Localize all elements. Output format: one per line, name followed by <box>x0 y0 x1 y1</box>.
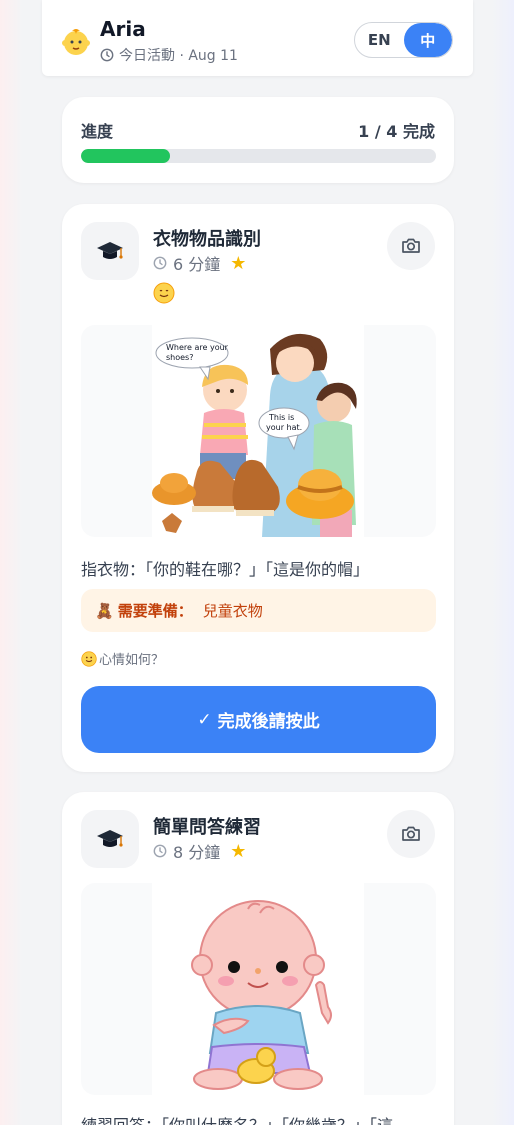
language-toggle: EN 中 <box>354 22 453 58</box>
smiley-face-icon <box>153 282 175 304</box>
progress-bar-fill <box>81 149 170 163</box>
complete-button[interactable]: ✓ 完成後請按此 <box>81 686 436 753</box>
prep-label: 需要準備： <box>117 602 193 620</box>
checkmark-icon: ✓ <box>197 709 212 730</box>
progress-bar <box>81 149 436 163</box>
activity-duration: 6 分鐘 <box>173 255 221 274</box>
baby-image <box>152 883 364 1095</box>
lang-zh-button[interactable]: 中 <box>403 23 452 57</box>
activity-meta: 6 分鐘 ★ <box>153 251 246 275</box>
camera-button[interactable] <box>387 222 435 270</box>
preparation-box: 🧸 需要準備： 兒童衣物 <box>81 589 436 632</box>
lang-en-button[interactable]: EN <box>355 23 404 57</box>
progress-card: 進度 1 / 4 完成 <box>62 97 454 183</box>
complete-button-label: 完成後請按此 <box>217 712 320 732</box>
camera-button[interactable] <box>387 810 435 858</box>
child-name: Aria <box>100 17 146 41</box>
clock-icon <box>100 48 114 62</box>
activity-duration: 8 分鐘 <box>173 843 221 862</box>
teddy-bear-icon: 🧸 <box>95 601 114 620</box>
header-subtitle-row: 今日活動 · Aug 11 <box>100 45 238 65</box>
activity-instruction: 練習回答：「你叫什麼名？」「你幾歲？」「這 <box>81 1112 393 1125</box>
graduation-cap-icon <box>97 830 123 847</box>
camera-icon <box>402 826 420 841</box>
activity-card: 簡單問答練習 8 分鐘 ★ <box>62 792 454 1125</box>
star-icon: ★ <box>230 252 247 274</box>
activity-illustration: Where are your shoes? This is your hat. <box>81 325 436 537</box>
bubble-text-line: Where are your <box>166 343 229 352</box>
clothing-scene-image: Where are your shoes? This is your hat. <box>152 325 364 537</box>
activity-icon-tile <box>81 810 139 868</box>
camera-icon <box>402 238 420 253</box>
star-icon: ★ <box>230 840 247 862</box>
activity-illustration <box>81 883 436 1095</box>
progress-label: 進度 <box>81 122 114 141</box>
bubble-text-line: your hat. <box>266 423 302 432</box>
activity-card: 衣物物品識別 6 分鐘 ★ Where are your shoes? This… <box>62 204 454 772</box>
activity-icon-tile <box>81 222 139 280</box>
bubble-text-line: shoes? <box>166 353 193 362</box>
clock-icon <box>153 256 167 270</box>
header-subtitle: 今日活動 · Aug 11 <box>119 48 238 64</box>
smiley-face-icon <box>81 650 97 667</box>
bubble-text-line: This is <box>268 413 294 422</box>
activity-title: 簡單問答練習 <box>153 817 261 838</box>
baby-avatar-icon <box>62 29 90 55</box>
progress-count: 1 / 4 完成 <box>358 122 435 141</box>
mood-question-text: 心情如何？ <box>99 653 165 668</box>
clock-icon <box>153 844 167 858</box>
mood-question-link[interactable]: 心情如何？ <box>81 649 164 668</box>
activity-meta: 8 分鐘 ★ <box>153 839 246 863</box>
activity-title: 衣物物品識別 <box>153 229 261 250</box>
top-header: Aria 今日活動 · Aug 11 EN 中 <box>42 0 473 76</box>
prep-value: 兒童衣物 <box>202 602 263 620</box>
graduation-cap-icon <box>97 242 123 259</box>
activity-instruction: 指衣物：「你的鞋在哪？」「這是你的帽」 <box>81 560 370 579</box>
